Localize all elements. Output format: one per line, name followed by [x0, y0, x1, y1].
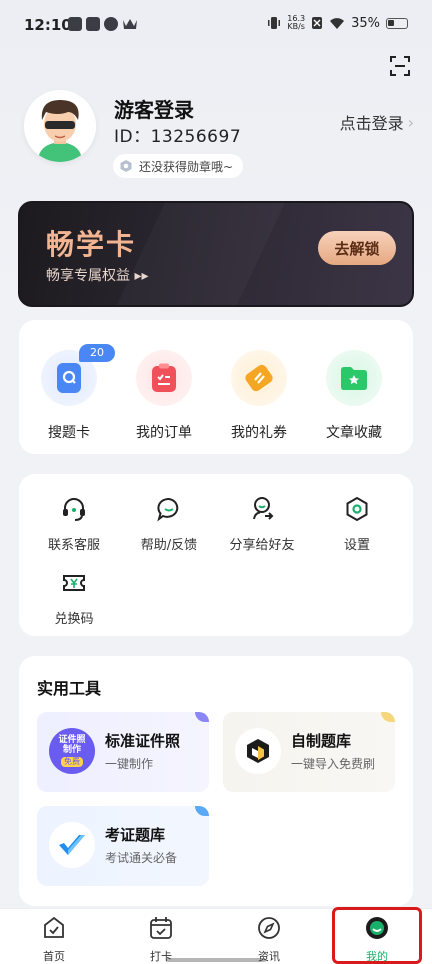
scan-icon[interactable] — [388, 54, 412, 78]
service-label: 兑换码 — [54, 612, 94, 627]
login-link[interactable]: 点击登录 › — [340, 110, 414, 134]
service-label: 分享给好友 — [229, 538, 295, 553]
avatar[interactable] — [24, 90, 96, 162]
login-label: 点击登录 — [339, 114, 404, 133]
avatar-face-icon — [24, 90, 96, 162]
share-person-icon — [253, 497, 274, 520]
status-bar: 12:10 16.3 KB/s 35% — [0, 0, 432, 52]
tool-subtitle: 考试通关必备 — [105, 851, 178, 865]
tool-corner-accent — [195, 806, 209, 816]
notification-app-icon — [68, 17, 82, 31]
status-time: 12:10 — [24, 16, 72, 34]
medal-text: 还没获得勋章哦~ — [139, 159, 234, 174]
tool-id-photo[interactable]: 证件照 制作 免费 标准证件照 一键制作 — [37, 712, 209, 792]
tool-title: 自制题库 — [291, 732, 352, 750]
quick-action-orders[interactable]: 我的订单 — [119, 350, 209, 442]
status-right-cluster: 16.3 KB/s 35% — [267, 15, 408, 31]
service-label: 设置 — [343, 538, 370, 553]
notification-app-icon — [86, 17, 100, 31]
battery-percent: 35% — [351, 15, 380, 31]
battery-icon — [386, 17, 408, 29]
service-label: 帮助/反馈 — [140, 538, 198, 553]
search-card-icon: 20 — [41, 344, 115, 406]
service-share-friends[interactable]: 分享给好友 — [222, 496, 302, 553]
user-name[interactable]: 游客登录 — [114, 94, 194, 123]
service-redeem-code[interactable]: 兑换码 — [34, 570, 114, 627]
user-id: ID：13256697 — [114, 127, 242, 147]
check-circle-icon — [104, 17, 118, 31]
coupon-icon — [231, 350, 287, 406]
id-photo-logo-line2: 制作 — [62, 745, 81, 755]
chat-bubble-icon — [157, 498, 179, 522]
vip-card[interactable]: 畅学卡 畅享专属权益 ▸▸ 去解锁 — [18, 201, 414, 307]
quick-action-label: 文章收藏 — [326, 425, 382, 441]
services-card: 联系客服 帮助/反馈 分享给好友 设置 兑换码 — [19, 474, 413, 636]
crown-icon — [123, 19, 137, 29]
folder-star-icon — [326, 350, 382, 406]
quick-action-label: 搜题卡 — [48, 425, 90, 441]
profile-header: 游客登录 ID：13256697 还没获得勋章哦~ 点击登录 › — [24, 86, 414, 186]
tool-title: 标准证件照 — [105, 732, 181, 750]
hex-gear-icon — [346, 496, 368, 522]
quick-action-favorites[interactable]: 文章收藏 — [309, 350, 399, 442]
tab-checkin[interactable]: 打卡 — [126, 915, 196, 964]
vip-title: 畅学卡 — [46, 228, 137, 261]
home-indicator[interactable] — [166, 958, 266, 962]
tool-corner-accent — [381, 712, 395, 722]
wifi-icon — [330, 17, 345, 29]
quick-actions-card: 20 搜题卡 我的订单 我的礼券 文章收藏 — [19, 320, 413, 454]
quick-action-search-card[interactable]: 20 搜题卡 — [24, 344, 115, 442]
vibrate-icon — [268, 17, 281, 29]
tool-subtitle: 一键导入免费刷 — [291, 757, 376, 771]
id-photo-free-tag: 免费 — [61, 757, 83, 767]
medal-hex-icon — [120, 160, 132, 172]
service-help-feedback[interactable]: 帮助/反馈 — [129, 496, 209, 553]
service-contact-support[interactable]: 联系客服 — [34, 496, 114, 553]
tool-title: 考证题库 — [105, 826, 166, 844]
medal-pill[interactable]: 还没获得勋章哦~ — [113, 154, 244, 178]
tool-subtitle: 一键制作 — [105, 757, 154, 771]
quick-action-label: 我的订单 — [136, 425, 192, 441]
ticket-yen-icon — [63, 575, 85, 591]
sim-off-icon — [312, 17, 323, 29]
quick-action-label: 我的礼券 — [231, 425, 287, 441]
tab-home[interactable]: 首页 — [19, 915, 89, 964]
unlock-button[interactable]: 去解锁 — [318, 231, 396, 265]
id-photo-logo-line1: 证件照 — [58, 735, 86, 745]
tools-card: 实用工具 证件照 制作 免费 标准证件照 一键制作 自制题库 一键导入免费刷 考… — [19, 656, 413, 906]
headset-icon — [63, 498, 85, 521]
chevron-right-icon: › — [407, 112, 414, 132]
tab-label: 首页 — [43, 950, 65, 963]
active-tab-highlight — [332, 907, 422, 964]
vip-subtitle: 畅享专属权益 ▸▸ — [46, 268, 149, 284]
service-settings[interactable]: 设置 — [317, 496, 397, 553]
cube-logo-icon — [235, 728, 281, 774]
network-speed-unit: KB/s — [287, 22, 305, 31]
status-notification-icons — [68, 17, 138, 31]
tools-section-title: 实用工具 — [37, 679, 102, 698]
tool-cert-question-bank[interactable]: 考证题库 考试通关必备 — [37, 806, 209, 886]
home-check-icon — [44, 916, 64, 938]
check-logo-icon — [49, 822, 95, 868]
id-photo-logo: 证件照 制作 免费 — [49, 728, 95, 774]
tool-custom-question-bank[interactable]: 自制题库 一键导入免费刷 — [223, 712, 395, 792]
order-list-icon — [136, 350, 192, 406]
calendar-check-icon — [150, 917, 172, 939]
quick-action-coupons[interactable]: 我的礼券 — [214, 350, 304, 442]
service-label: 联系客服 — [47, 538, 100, 553]
tool-corner-accent — [195, 712, 209, 722]
search-card-count-badge: 20 — [79, 344, 115, 362]
network-speed: 16.3 KB/s — [287, 15, 305, 31]
compass-icon — [258, 917, 280, 939]
tab-news[interactable]: 资讯 — [234, 915, 304, 964]
